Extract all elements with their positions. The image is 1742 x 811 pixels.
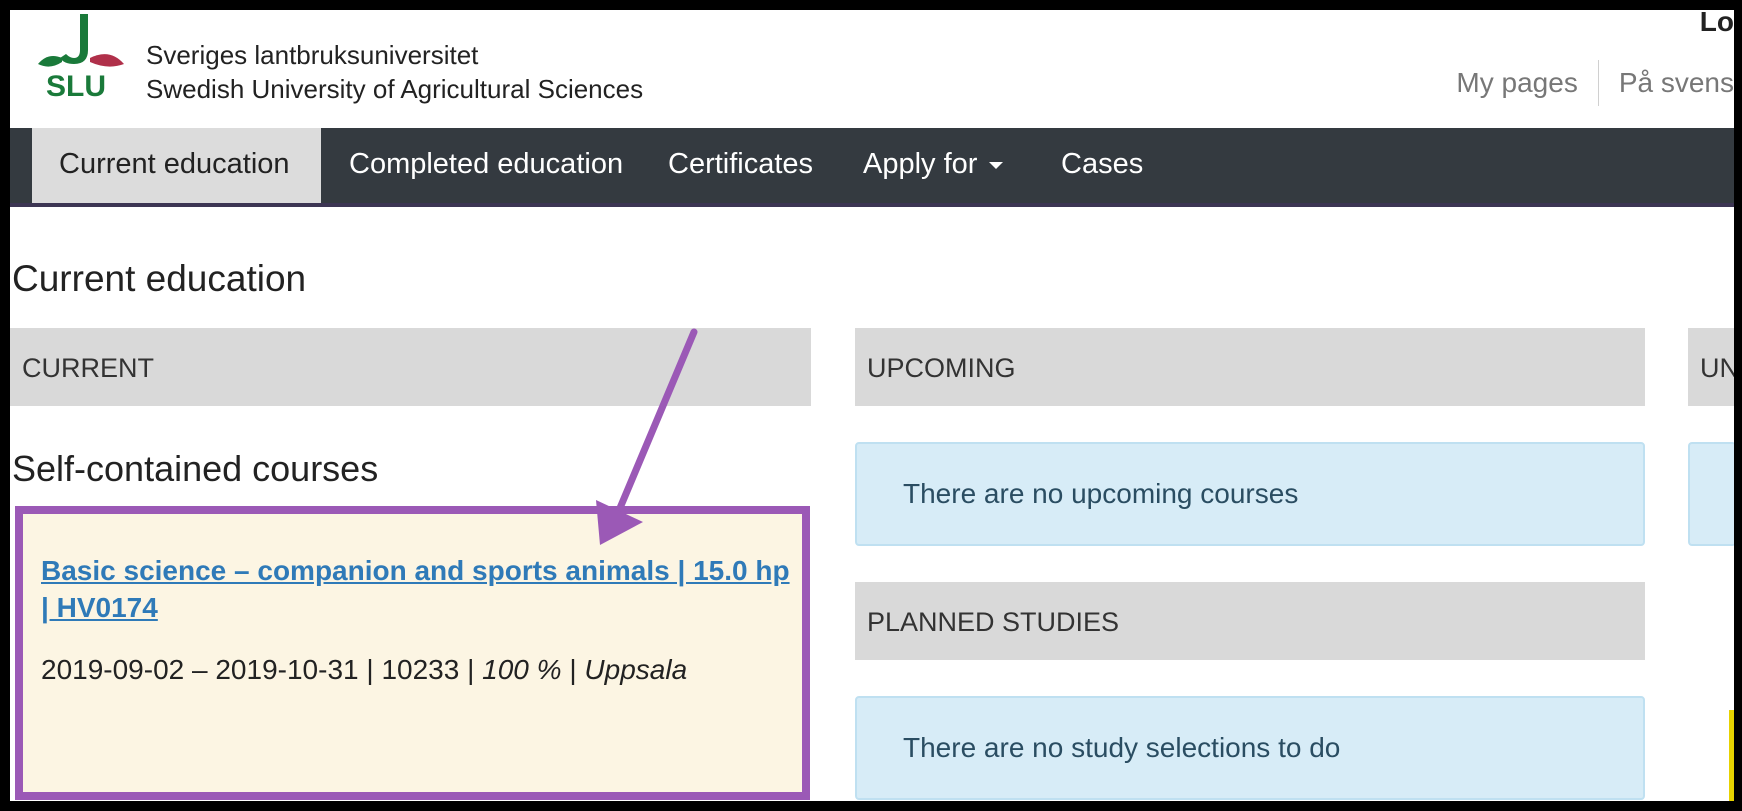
yellow-edge-fragment — [1729, 710, 1734, 801]
course-dates: 2019-09-02 – 2019-10-31 — [41, 654, 359, 685]
third-column-message: T — [1688, 442, 1734, 546]
nav-cases[interactable]: Cases — [1061, 128, 1143, 203]
brand-name-swedish: Sveriges lantbruksuniversitet — [146, 40, 479, 70]
site-header: SLU Sveriges lantbruksuniversitet Swedis… — [10, 10, 1734, 128]
course-link[interactable]: Basic science – companion and sports ani… — [41, 552, 801, 626]
third-column-header: UN — [1688, 328, 1734, 406]
slu-logo[interactable]: SLU — [32, 12, 140, 108]
meta-separator: | — [366, 654, 382, 685]
browser-frame: SLU Sveriges lantbruksuniversitet Swedis… — [0, 0, 1742, 811]
no-study-selections-message: There are no study selections to do — [855, 696, 1645, 800]
nav-current-education[interactable]: Current education — [32, 128, 321, 203]
course-code: 10233 — [381, 654, 460, 685]
user-name-partial[interactable]: Lo — [1700, 10, 1734, 38]
brand-name-english: Swedish University of Agricultural Scien… — [146, 74, 644, 104]
nav-completed-education[interactable]: Completed education — [349, 128, 623, 203]
current-column-header: CURRENT — [10, 328, 811, 406]
svg-text:SLU: SLU — [46, 70, 106, 103]
course-details: 2019-09-02 – 2019-10-31 | 10233 | 100 % … — [41, 654, 687, 686]
course-card: Basic science – companion and sports ani… — [15, 506, 810, 800]
meta-separator: | — [569, 654, 585, 685]
no-upcoming-courses-message: There are no upcoming courses — [855, 442, 1645, 546]
nav-certificates[interactable]: Certificates — [668, 128, 813, 203]
course-pace: 100 % — [482, 654, 562, 685]
page-title: Current education — [12, 258, 307, 299]
course-location: Uppsala — [584, 654, 688, 685]
link-divider — [1597, 60, 1599, 106]
language-link[interactable]: På svens — [1619, 67, 1734, 99]
meta-separator: | — [467, 654, 483, 685]
main-nav: Current education Completed education Ce… — [10, 128, 1734, 207]
nav-apply-for-dropdown[interactable]: Apply for — [863, 128, 1004, 203]
planned-studies-header: PLANNED STUDIES — [855, 582, 1645, 660]
caret-down-icon — [989, 161, 1004, 169]
upcoming-column-header: UPCOMING — [855, 328, 1645, 406]
top-links: My pages På svens — [1456, 60, 1734, 106]
my-pages-link[interactable]: My pages — [1456, 67, 1577, 99]
self-contained-courses-heading: Self-contained courses — [12, 448, 379, 489]
